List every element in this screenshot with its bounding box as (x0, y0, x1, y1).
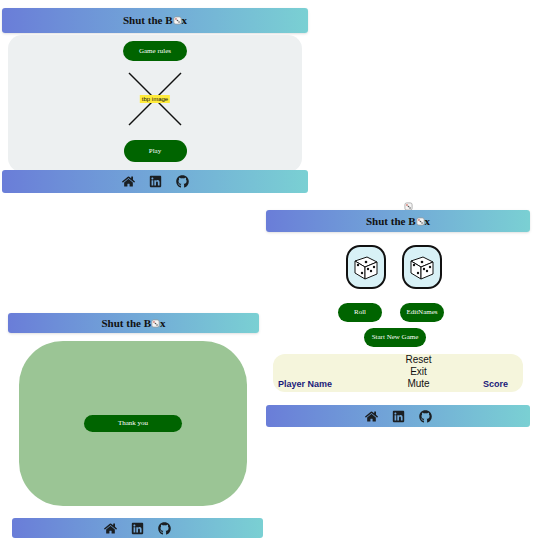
linkedin-icon[interactable] (131, 522, 144, 535)
dice-icon (151, 319, 160, 328)
thanks-screen: Shut the Bx Thank you (2, 204, 264, 538)
player-name-header: Player Name (278, 380, 332, 390)
home-icon[interactable] (365, 410, 378, 423)
linkedin-icon[interactable] (149, 175, 162, 188)
github-icon[interactable] (158, 522, 171, 535)
play-button[interactable]: Play (124, 140, 187, 162)
github-icon[interactable] (176, 175, 189, 188)
menu-item[interactable]: Mute (407, 378, 429, 390)
header-bar: Shut the Bx (8, 313, 259, 333)
footer-bar (12, 518, 263, 538)
home-icon[interactable] (104, 522, 117, 535)
github-icon[interactable] (419, 410, 432, 423)
score-header: Score (483, 380, 518, 390)
action-row: Roll EditNames (252, 303, 530, 322)
die[interactable] (346, 245, 386, 289)
roll-button[interactable]: Roll (338, 303, 382, 322)
scoreboard: Player Name ResetExitMute Score (273, 354, 523, 392)
die[interactable] (402, 245, 442, 289)
image-label: tbp image (140, 95, 170, 103)
image-placeholder: tbp image (128, 72, 182, 126)
footer-bar (2, 170, 308, 193)
new-game-row: Start New Game (260, 328, 530, 347)
page: Shut the BxGame rulestbp imagePlayShut t… (0, 0, 543, 543)
app-title: Shut the Bx (101, 315, 165, 332)
home-icon[interactable] (122, 175, 135, 188)
menu-item[interactable]: Exit (410, 366, 427, 378)
thank-you-button[interactable]: Thank you (84, 415, 182, 432)
header-bar: Shut the Bx (266, 210, 530, 232)
linkedin-icon[interactable] (392, 410, 405, 423)
new-game-button[interactable]: Start New Game (364, 328, 426, 347)
dice-icon (416, 217, 425, 226)
start-card: Game rules tbp image Play (8, 35, 302, 172)
edit-names-button[interactable]: EditNames (400, 303, 444, 322)
bottom-row: Shut the Bx Thank you Shut the Bx Roll EditN… (2, 204, 543, 538)
die-icon (351, 252, 381, 282)
start-screen: Shut the Bx Game rules tbp image Play (2, 8, 308, 193)
game-menu: ResetExitMute (405, 354, 431, 390)
dice-logo (266, 202, 530, 210)
app-title: Shut the Bx (123, 12, 187, 29)
header-bar: Shut the Bx (2, 8, 308, 33)
footer-bar (266, 405, 530, 427)
die-icon (407, 252, 437, 282)
rules-button[interactable]: Game rules (123, 41, 187, 61)
thanks-card: Thank you (19, 341, 247, 506)
dice-icon (173, 16, 182, 25)
app-title: Shut the Bx (366, 213, 430, 230)
dice-row (258, 245, 530, 289)
menu-item[interactable]: Reset (405, 354, 431, 366)
game-screen: Shut the Bx Roll EditNames Start New Game Pl… (266, 204, 530, 538)
